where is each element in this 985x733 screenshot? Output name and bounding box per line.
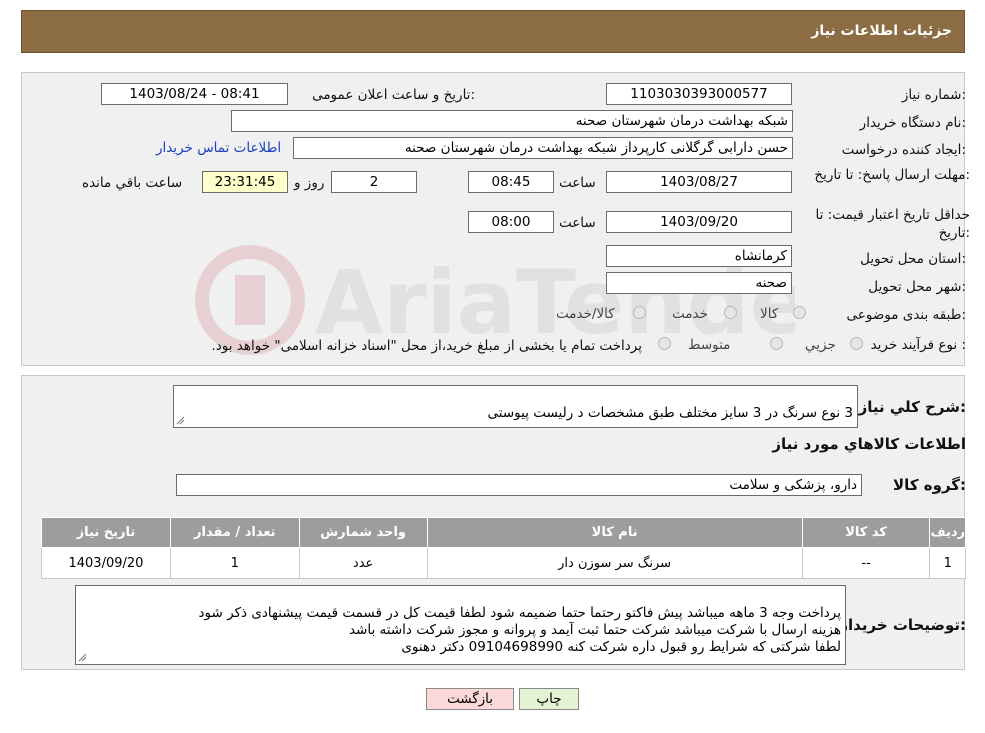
page-title: جزئیات اطلاعات نیاز bbox=[811, 23, 952, 39]
summary-textarea[interactable]: 3 نوع سرنگ در 3 سایز مختلف طبق مشخصات د … bbox=[173, 385, 858, 428]
deadline-time-field: 08:45 bbox=[468, 171, 554, 193]
announce-date-field: 1403/08/24 - 08:41 bbox=[101, 83, 288, 105]
requester-field: حسن دارابی گرگلانی کارپرداز شبکه بهداشت … bbox=[293, 137, 793, 159]
need-number-field: 1103030393000577 bbox=[606, 83, 792, 105]
col-date-header: تاریخ نیاز bbox=[41, 517, 171, 548]
deadline-date-field: 1403/08/27 bbox=[606, 171, 792, 193]
cell-name: سرنگ سر سوزن دار bbox=[426, 547, 803, 579]
process-medium-label: متوسط bbox=[688, 337, 731, 353]
cell-qty: 1 bbox=[169, 547, 300, 579]
deadline-label: مهلت ارسال پاسخ: تا تاریخ: bbox=[814, 167, 970, 183]
process-treasury-radio[interactable] bbox=[658, 337, 671, 350]
days-label: روز و bbox=[294, 175, 325, 191]
table-header-row: ردیف کد کالا نام کالا واحد شمارش تعداد /… bbox=[41, 517, 966, 548]
goods-section-title: اطلاعات کالاهاي مورد نياز bbox=[772, 435, 966, 453]
category-label: طبقه بندی موضوعی: bbox=[846, 307, 966, 323]
buyer-org-field: شبکه بهداشت درمان شهرستان صحنه bbox=[231, 110, 793, 132]
cell-row: 1 bbox=[929, 547, 966, 579]
cell-date: 1403/09/20 bbox=[41, 547, 171, 579]
process-minor-radio[interactable] bbox=[850, 337, 863, 350]
summary-text: 3 نوع سرنگ در 3 سایز مختلف طبق مشخصات د … bbox=[487, 405, 853, 421]
buyer-notes-textarea[interactable]: پرداخت وجه 3 ماهه میباشد پیش فاکتو رحتما… bbox=[75, 585, 846, 665]
process-minor-label: جزیي bbox=[805, 337, 836, 353]
cell-unit: عدد bbox=[298, 547, 428, 579]
category-service-radio[interactable] bbox=[724, 306, 737, 319]
resize-grip-icon[interactable] bbox=[176, 416, 185, 425]
buyer-contact-link[interactable]: اطلاعات تماس خریدار bbox=[156, 140, 281, 156]
province-field: کرمانشاه bbox=[606, 245, 792, 267]
back-button[interactable]: بازگشت bbox=[426, 688, 514, 710]
col-qty-header: تعداد / مقدار bbox=[169, 517, 300, 548]
remaining-time-label: ساعت باقي مانده bbox=[82, 175, 183, 191]
buyer-notes-text: پرداخت وجه 3 ماهه میباشد پیش فاکتو رحتما… bbox=[198, 605, 841, 655]
city-label: شهر محل تحویل: bbox=[868, 279, 966, 295]
col-row-header: ردیف bbox=[929, 517, 966, 548]
requester-label: ایجاد کننده درخواست: bbox=[841, 142, 966, 158]
validity-label: حداقل تاریخ اعتبار قیمت: تا تاریخ: bbox=[815, 207, 970, 241]
validity-date-field: 1403/09/20 bbox=[606, 211, 792, 233]
process-medium-radio[interactable] bbox=[770, 337, 783, 350]
goods-group-field: دارو، پزشکی و سلامت bbox=[176, 474, 862, 496]
page-header: جزئیات اطلاعات نیاز bbox=[21, 10, 965, 53]
table-row: 1 -- سرنگ سر سوزن دار عدد 1 1403/09/20 bbox=[41, 547, 966, 579]
buyer-notes-label: توضیحات خریدار: bbox=[839, 616, 966, 634]
deadline-time-label: ساعت bbox=[559, 175, 596, 191]
category-both-label: کالا/خدمت bbox=[556, 306, 615, 322]
category-goods-label: کالا bbox=[760, 306, 779, 322]
remaining-time-field: 23:31:45 bbox=[202, 171, 288, 193]
category-service-label: خدمت bbox=[672, 306, 708, 322]
validity-time-label: ساعت bbox=[559, 215, 596, 231]
summary-label: شرح کلي نياز: bbox=[858, 398, 966, 416]
goods-group-label: گروه کالا: bbox=[893, 476, 966, 494]
col-name-header: نام کالا bbox=[426, 517, 803, 548]
announce-date-label: تاریخ و ساعت اعلان عمومی: bbox=[312, 87, 475, 103]
col-unit-header: واحد شمارش bbox=[298, 517, 428, 548]
print-button[interactable]: چاپ bbox=[519, 688, 579, 710]
process-label: نوع فرآیند خرید : bbox=[870, 337, 966, 353]
cell-code: -- bbox=[801, 547, 931, 579]
category-both-radio[interactable] bbox=[633, 306, 646, 319]
resize-grip-icon[interactable] bbox=[78, 653, 87, 662]
category-goods-radio[interactable] bbox=[793, 306, 806, 319]
buyer-org-label: نام دستگاه خریدار: bbox=[859, 115, 966, 131]
city-field: صحنه bbox=[606, 272, 792, 294]
process-note: پرداخت تمام یا بخشی از مبلغ خرید،از محل … bbox=[211, 338, 642, 354]
days-count-field: 2 bbox=[331, 171, 417, 193]
need-number-label: شماره نیاز: bbox=[901, 87, 966, 103]
validity-time-field: 08:00 bbox=[468, 211, 554, 233]
items-table: ردیف کد کالا نام کالا واحد شمارش تعداد /… bbox=[41, 517, 966, 579]
col-code-header: کد کالا bbox=[801, 517, 931, 548]
province-label: استان محل تحویل: bbox=[860, 251, 966, 267]
